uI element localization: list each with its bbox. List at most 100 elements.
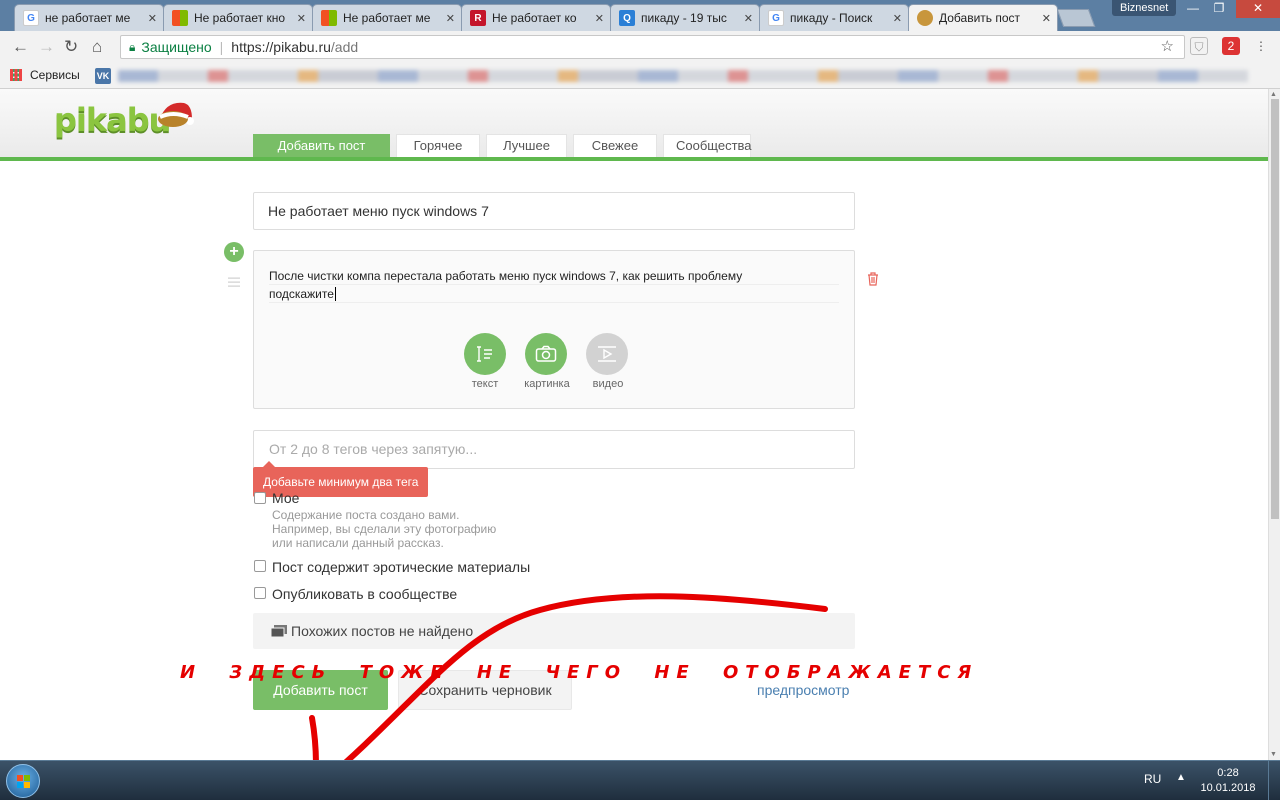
tab-title: Не работает кно	[194, 11, 285, 25]
clock-time: 0:28	[1217, 767, 1239, 779]
mine-label: Мое	[272, 490, 300, 506]
tags-input[interactable]: От 2 до 8 тегов через запятую...	[253, 430, 855, 469]
help-line: Содержание поста создано вами.	[272, 508, 460, 522]
erotic-checkbox[interactable]	[254, 560, 266, 572]
similar-posts-text: Похожих постов не найдено	[291, 623, 474, 639]
help-line: Например, вы сделали эту фотографию	[272, 522, 497, 536]
address-bar[interactable]: 🔒︎ Защищено | https://pikabu.ru/add ☆	[120, 35, 1185, 59]
search-icon: Q	[619, 10, 635, 26]
nav-best[interactable]: Лучшее	[486, 134, 567, 157]
nav-add-post[interactable]: Добавить пост	[253, 134, 390, 157]
drag-handle-icon[interactable]: — — —	[228, 271, 240, 291]
add-text-label: текст	[471, 378, 499, 390]
browser-tab[interactable]: Q пикаду - 19 тыс ✕	[610, 4, 760, 31]
posts-icon	[271, 625, 287, 637]
back-icon[interactable]: ←	[12, 37, 29, 57]
blurred-bookmarks	[118, 70, 1248, 82]
scroll-up-icon[interactable]: ▲	[1270, 91, 1277, 98]
browser-tab[interactable]: G не работает ме ✕	[14, 4, 164, 31]
apps-label: Сервисы	[30, 68, 80, 82]
add-image-button[interactable]	[525, 333, 567, 375]
lock-icon: 🔒︎	[129, 39, 136, 54]
add-text-button[interactable]	[464, 333, 506, 375]
pikabu-logo[interactable]: pikabu	[54, 101, 171, 139]
similar-posts-box: Похожих постов не найдено	[253, 613, 855, 649]
close-icon[interactable]: ✕	[446, 12, 455, 25]
erotic-label: Пост содержит эротические материалы	[272, 559, 531, 575]
annotation-text: И ЗДЕСЬ ТОЖЕ НЕ ЧЕГО НЕ ОТОБРАЖАЕТСЯ	[180, 662, 979, 683]
nav-fresh[interactable]: Свежее	[573, 134, 657, 157]
site-header: pikabu Добавить пост Горячее Лучшее Свеж…	[0, 89, 1268, 161]
close-icon[interactable]: ✕	[1042, 12, 1051, 25]
page-scrollbar[interactable]: ▲ ▼	[1268, 89, 1280, 760]
browser-toolbar: ← → ↻ ⌂ 🔒︎ Защищено | https://pikabu.ru/…	[0, 31, 1280, 63]
nav-hot[interactable]: Горячее	[396, 134, 480, 157]
browser-tab[interactable]: R Не работает ко ✕	[461, 4, 611, 31]
editor-rule	[269, 284, 839, 285]
tray-expand-icon[interactable]: ▲	[1176, 772, 1186, 783]
tab-title: пикаду - 19 тыс	[641, 11, 727, 25]
browser-tab[interactable]: G пикаду - Поиск ✕	[759, 4, 909, 31]
apps-bookmark[interactable]: Сервисы	[10, 68, 80, 82]
microsoft-icon	[321, 10, 337, 26]
editor-rule	[269, 302, 839, 303]
community-checkbox[interactable]	[254, 587, 266, 599]
post-body-editor[interactable]: После чистки компа перестала работать ме…	[253, 250, 855, 409]
close-icon[interactable]: ✕	[595, 12, 604, 25]
close-icon[interactable]: ✕	[148, 12, 157, 25]
browser-tab[interactable]: Не работает ме ✕	[312, 4, 462, 31]
add-video-button[interactable]	[586, 333, 628, 375]
tab-title: Не работает ме	[343, 11, 431, 25]
url-path: /add	[330, 39, 359, 55]
tab-title: Добавить пост	[939, 11, 1021, 25]
shield-icon[interactable]: ⛉	[1190, 37, 1208, 55]
vk-label: VK	[96, 71, 110, 81]
reload-icon[interactable]: ↻	[64, 37, 78, 57]
forward-icon[interactable]: →	[38, 37, 55, 57]
video-icon	[598, 346, 616, 362]
text-icon	[477, 346, 492, 362]
extension-badge: 2	[1227, 39, 1235, 53]
browser-tab[interactable]: Не работает кно ✕	[163, 4, 313, 31]
close-window-button[interactable]: ✕	[1236, 0, 1280, 18]
site-nav: Добавить пост Горячее Лучшее Свежее Сооб…	[253, 134, 752, 157]
add-block-plus-icon[interactable]: +	[224, 242, 244, 262]
close-icon[interactable]: ✕	[297, 12, 306, 25]
browser-tab-active[interactable]: Добавить пост ✕	[908, 4, 1058, 31]
show-desktop-button[interactable]	[1268, 761, 1280, 800]
r-icon: R	[470, 10, 486, 26]
tray-clock[interactable]: 0:28 10.01.2018	[1198, 766, 1258, 796]
tab-title: не работает ме	[45, 11, 131, 25]
mine-help-text: Содержание поста создано вами. Например,…	[272, 508, 496, 550]
trash-icon[interactable]	[866, 271, 880, 287]
bookmark-star-icon[interactable]: ☆	[1161, 37, 1174, 55]
language-indicator[interactable]: RU	[1144, 772, 1161, 786]
minimize-button[interactable]: —	[1180, 0, 1206, 18]
scroll-down-icon[interactable]: ▼	[1270, 751, 1277, 758]
tab-title: Не работает ко	[492, 11, 577, 25]
nav-communities[interactable]: Сообщества	[663, 134, 752, 157]
vk-icon[interactable]: VK	[95, 68, 111, 84]
windows-taskbar: RU ▲ 0:28 10.01.2018	[0, 760, 1280, 800]
preview-link[interactable]: предпросмотр	[757, 682, 849, 698]
text-cursor	[334, 287, 336, 301]
extension-icon[interactable]: 2	[1222, 37, 1240, 55]
bookmarks-bar: Сервисы VK	[0, 63, 1280, 89]
mine-checkbox[interactable]	[254, 492, 266, 504]
close-icon[interactable]: ✕	[893, 12, 902, 25]
tab-title: пикаду - Поиск	[790, 11, 873, 25]
secure-label: Защищено	[141, 39, 212, 55]
help-line: или написали данный рассказ.	[272, 536, 444, 550]
menu-icon[interactable]: ⋮	[1252, 37, 1270, 55]
post-body-text[interactable]: После чистки компа перестала работать ме…	[269, 267, 839, 303]
home-icon[interactable]: ⌂	[92, 37, 102, 57]
new-tab-button[interactable]	[1056, 9, 1096, 27]
pikabu-icon	[917, 10, 933, 26]
post-body-line: подскажите	[269, 285, 839, 303]
start-button[interactable]	[6, 764, 40, 798]
close-icon[interactable]: ✕	[744, 12, 753, 25]
windows-logo-icon	[17, 775, 30, 788]
post-title-input[interactable]: Не работает меню пуск windows 7	[253, 192, 855, 230]
scroll-thumb[interactable]	[1271, 99, 1279, 519]
maximize-button[interactable]: ❐	[1206, 0, 1232, 18]
